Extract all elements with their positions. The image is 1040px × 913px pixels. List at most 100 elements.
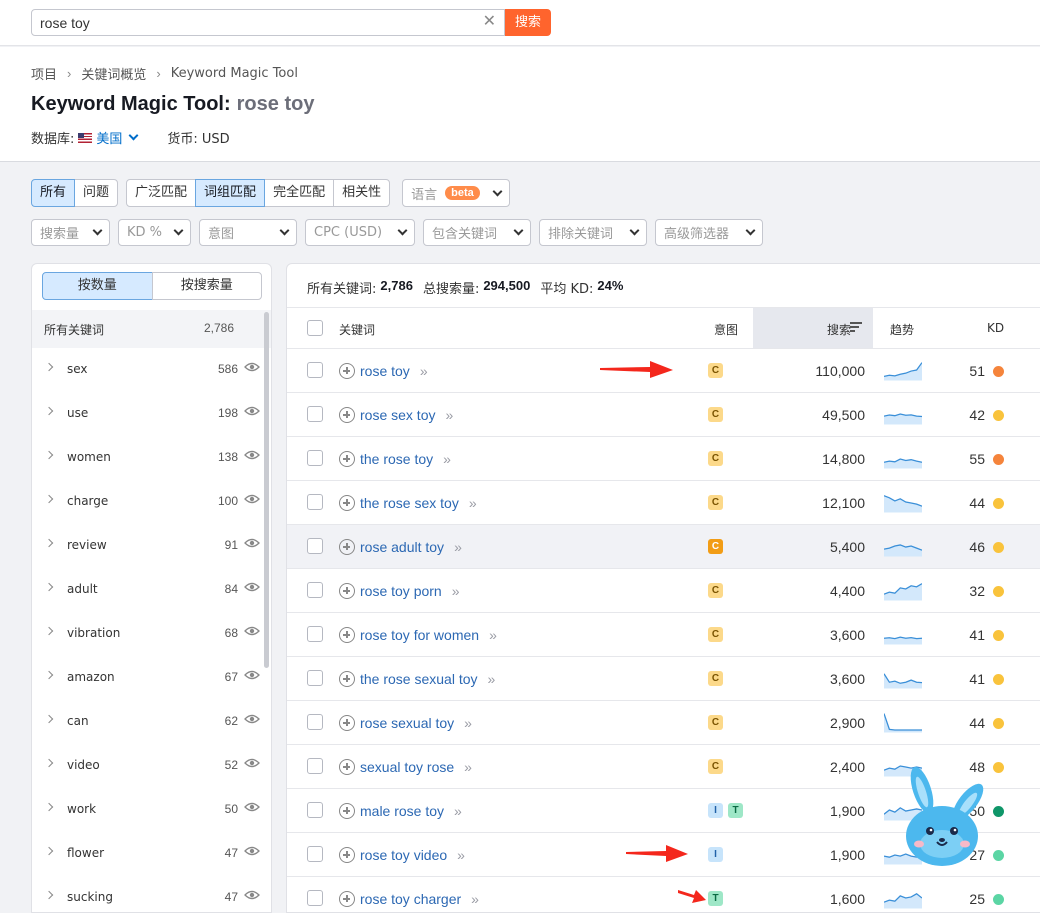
keyword-link[interactable]: rose toy charger» xyxy=(360,891,479,907)
search-button[interactable]: 搜索 xyxy=(505,9,551,36)
column-kd[interactable]: KD xyxy=(987,321,1004,335)
keyword-group-item[interactable]: women 138 xyxy=(32,436,271,480)
database-country-select[interactable]: 美国 xyxy=(96,128,122,147)
sort-by-volume[interactable]: 按搜索量 xyxy=(151,272,262,300)
double-chevron-icon[interactable]: » xyxy=(457,847,465,863)
add-to-list-icon[interactable] xyxy=(339,671,355,687)
intent-badge-c[interactable]: C xyxy=(708,627,723,642)
chevron-right-icon[interactable] xyxy=(44,802,54,812)
select-all-checkbox[interactable] xyxy=(307,320,323,336)
double-chevron-icon[interactable]: » xyxy=(471,891,479,907)
intent-badge-c[interactable]: C xyxy=(708,539,723,554)
add-to-list-icon[interactable] xyxy=(339,539,355,555)
eye-icon[interactable] xyxy=(244,494,260,504)
keyword-link[interactable]: rose toy video» xyxy=(360,847,465,863)
kd-filter[interactable]: KD % xyxy=(118,219,191,246)
intent-badge-i[interactable]: I xyxy=(708,847,723,862)
chevron-down-icon[interactable] xyxy=(128,130,139,141)
row-checkbox[interactable] xyxy=(307,538,323,554)
add-to-list-icon[interactable] xyxy=(339,495,355,511)
keyword-group-item[interactable]: sex 586 xyxy=(32,348,271,392)
search-input[interactable] xyxy=(32,10,472,35)
add-to-list-icon[interactable] xyxy=(339,407,355,423)
row-checkbox[interactable] xyxy=(307,582,323,598)
clear-icon[interactable]: ✕ xyxy=(483,13,496,31)
breadcrumb-keyword-overview[interactable]: 关键词概览 xyxy=(81,64,146,83)
chevron-right-icon[interactable] xyxy=(44,362,54,372)
keyword-link[interactable]: rose adult toy» xyxy=(360,539,462,555)
row-checkbox[interactable] xyxy=(307,450,323,466)
eye-icon[interactable] xyxy=(244,450,260,460)
keyword-group-item[interactable]: vibration 68 xyxy=(32,612,271,656)
eye-icon[interactable] xyxy=(244,846,260,856)
chevron-right-icon[interactable] xyxy=(44,406,54,416)
keyword-link[interactable]: male rose toy» xyxy=(360,803,462,819)
keyword-link[interactable]: rose toy porn» xyxy=(360,583,460,599)
chevron-right-icon[interactable] xyxy=(44,714,54,724)
filter-exact-match[interactable]: 完全匹配 xyxy=(264,179,335,207)
row-checkbox[interactable] xyxy=(307,670,323,686)
keyword-link[interactable]: the rose toy» xyxy=(360,451,451,467)
row-checkbox[interactable] xyxy=(307,846,323,862)
keyword-link[interactable]: rose sex toy» xyxy=(360,407,453,423)
cpc-filter[interactable]: CPC (USD) xyxy=(305,219,415,246)
chevron-right-icon[interactable] xyxy=(44,450,54,460)
eye-icon[interactable] xyxy=(244,406,260,416)
keyword-link[interactable]: rose toy» xyxy=(360,363,428,379)
intent-badge-c[interactable]: C xyxy=(708,407,723,422)
intent-filter[interactable]: 意图 xyxy=(199,219,297,246)
add-to-list-icon[interactable] xyxy=(339,583,355,599)
keyword-group-item[interactable]: flower 47 xyxy=(32,832,271,876)
eye-icon[interactable] xyxy=(244,362,260,372)
double-chevron-icon[interactable]: » xyxy=(469,495,477,511)
row-checkbox[interactable] xyxy=(307,758,323,774)
keyword-group-item[interactable]: can 62 xyxy=(32,700,271,744)
eye-icon[interactable] xyxy=(244,802,260,812)
row-checkbox[interactable] xyxy=(307,714,323,730)
intent-badge-c[interactable]: C xyxy=(708,759,723,774)
volume-filter[interactable]: 搜索量 xyxy=(31,219,110,246)
intent-badge-c[interactable]: C xyxy=(708,451,723,466)
column-intent[interactable]: 意图 xyxy=(714,321,738,338)
keyword-link[interactable]: sexual toy rose» xyxy=(360,759,472,775)
chevron-right-icon[interactable] xyxy=(44,582,54,592)
keyword-link[interactable]: the rose sex toy» xyxy=(360,495,477,511)
double-chevron-icon[interactable]: » xyxy=(452,583,460,599)
eye-icon[interactable] xyxy=(244,670,260,680)
keyword-group-item[interactable]: amazon 67 xyxy=(32,656,271,700)
eye-icon[interactable] xyxy=(244,890,260,900)
double-chevron-icon[interactable]: » xyxy=(488,671,496,687)
keyword-link[interactable]: rose sexual toy» xyxy=(360,715,472,731)
row-checkbox[interactable] xyxy=(307,890,323,906)
chevron-right-icon[interactable] xyxy=(44,846,54,856)
double-chevron-icon[interactable]: » xyxy=(420,363,428,379)
eye-icon[interactable] xyxy=(244,758,260,768)
keyword-group-item[interactable]: video 52 xyxy=(32,744,271,788)
chevron-right-icon[interactable] xyxy=(44,626,54,636)
filter-phrase-match[interactable]: 词组匹配 xyxy=(195,179,266,207)
chevron-right-icon[interactable] xyxy=(44,758,54,768)
chevron-right-icon[interactable] xyxy=(44,890,54,900)
sort-icon[interactable] xyxy=(850,322,862,332)
eye-icon[interactable] xyxy=(244,538,260,548)
row-checkbox[interactable] xyxy=(307,626,323,642)
add-to-list-icon[interactable] xyxy=(339,627,355,643)
rabbit-mascot-icon[interactable] xyxy=(898,764,990,872)
intent-badge-c[interactable]: C xyxy=(708,363,723,378)
keyword-link[interactable]: the rose sexual toy» xyxy=(360,671,496,687)
all-keywords-group[interactable]: 所有关键词 2,786 xyxy=(32,310,271,348)
keyword-group-item[interactable]: work 50 xyxy=(32,788,271,832)
row-checkbox[interactable] xyxy=(307,362,323,378)
filter-all[interactable]: 所有 xyxy=(31,179,76,207)
chevron-right-icon[interactable] xyxy=(44,494,54,504)
column-volume[interactable]: 搜索 xyxy=(827,321,851,338)
add-to-list-icon[interactable] xyxy=(339,363,355,379)
include-keywords-filter[interactable]: 包含关键词 xyxy=(423,219,531,246)
keyword-group-item[interactable]: sucking 47 xyxy=(32,876,271,912)
double-chevron-icon[interactable]: » xyxy=(489,627,497,643)
filter-broad-match[interactable]: 广泛匹配 xyxy=(126,179,197,207)
double-chevron-icon[interactable]: » xyxy=(464,759,472,775)
intent-badge-i[interactable]: I xyxy=(708,803,723,818)
intent-badge-c[interactable]: C xyxy=(708,583,723,598)
intent-badge-c[interactable]: C xyxy=(708,715,723,730)
